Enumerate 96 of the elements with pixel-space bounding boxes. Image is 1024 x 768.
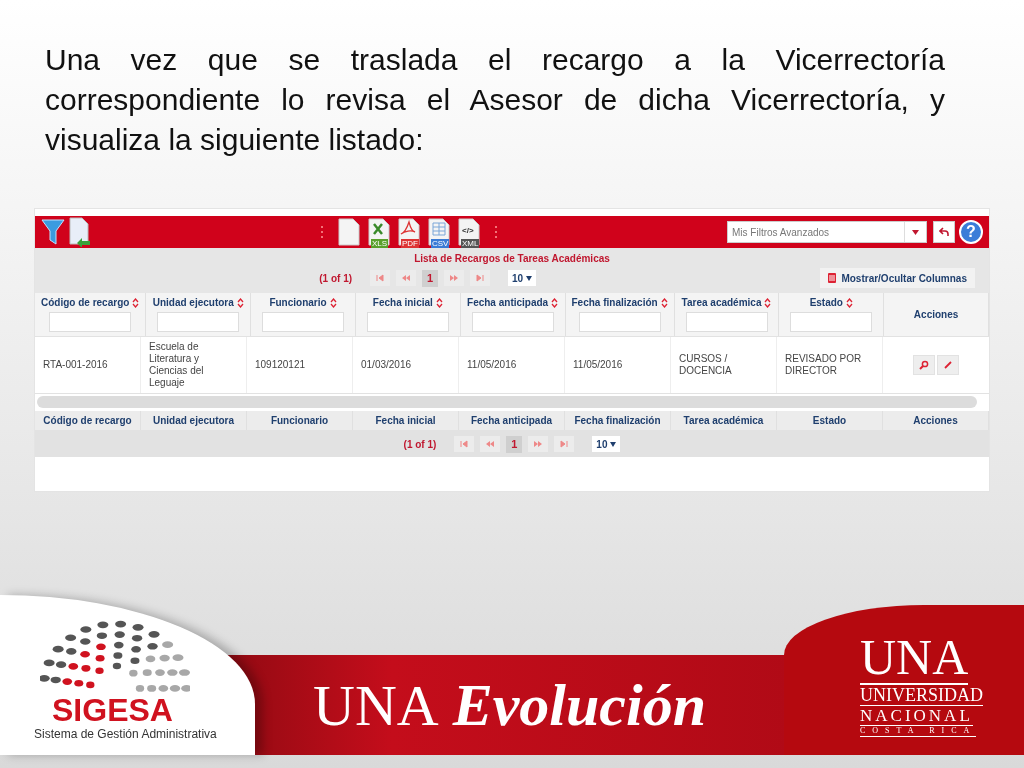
sort-icon[interactable] — [329, 297, 337, 308]
column-footer: Código de recargo — [35, 411, 141, 430]
previous-page-button[interactable] — [396, 270, 417, 286]
table-cell: RTA-001-2016 — [35, 337, 141, 393]
toggle-columns-button[interactable]: Mostrar/Ocultar Columnas — [820, 268, 975, 288]
column-filter-field[interactable] — [262, 312, 345, 332]
first-page-icon[interactable] — [459, 440, 470, 448]
export-button[interactable]: </> XML — [458, 218, 480, 246]
column-footer: Unidad ejecutora — [141, 411, 247, 430]
next-page-button[interactable] — [444, 270, 465, 286]
grip-icon — [494, 225, 498, 239]
sort-icon[interactable] — [551, 297, 559, 308]
last-page-button[interactable] — [470, 270, 491, 286]
view-button[interactable] — [913, 355, 935, 375]
previous-page-button[interactable] — [480, 436, 501, 452]
previous-page-icon[interactable] — [401, 274, 412, 282]
column-filter-field[interactable] — [157, 312, 240, 332]
column-label[interactable]: Unidad ejecutora — [152, 297, 234, 308]
column-footer: Fecha anticipada — [459, 411, 565, 430]
column-label[interactable]: Estado — [809, 297, 843, 308]
table-cell: 11/05/2016 — [565, 337, 671, 393]
column-filter-field[interactable] — [790, 312, 873, 332]
university-name-line: UNIVERSIDAD — [860, 685, 983, 706]
search-icon[interactable] — [919, 360, 929, 370]
column-filter-field[interactable] — [471, 312, 554, 332]
previous-page-icon[interactable] — [485, 440, 496, 448]
table-cell: Escuela de Literatura y Ciencias del Leguaje — [141, 337, 247, 393]
table-title: Lista de Recargos de Tareas Académicas — [413, 252, 611, 266]
column-label[interactable]: Código de recargo — [41, 297, 130, 308]
university-country: COSTA RICA — [860, 726, 977, 737]
edit-button[interactable] — [937, 355, 959, 375]
table-cell: 11/05/2016 — [459, 337, 565, 393]
grip-icon — [320, 225, 324, 239]
filter-icon[interactable] — [41, 218, 65, 246]
banner-word: Evolución — [452, 670, 707, 740]
export-button[interactable]: PDF — [398, 218, 420, 246]
next-page-icon[interactable] — [533, 440, 544, 448]
page-report: (1 of 1) — [403, 438, 437, 450]
first-page-button[interactable] — [454, 436, 475, 452]
column-label[interactable]: Fecha finalización — [571, 297, 658, 308]
first-page-icon[interactable] — [375, 274, 386, 282]
last-page-icon[interactable] — [559, 440, 570, 448]
sort-icon[interactable] — [846, 297, 853, 308]
last-page-icon[interactable] — [475, 274, 486, 282]
column-filter-field[interactable] — [685, 312, 768, 332]
column-label[interactable]: Acciones — [913, 309, 959, 320]
undo-icon[interactable] — [939, 227, 949, 237]
rows-per-page-select[interactable]: 10 — [508, 270, 537, 286]
university-name-line: NACIONAL — [860, 706, 973, 726]
next-page-button[interactable] — [528, 436, 549, 452]
column-label[interactable]: Funcionario — [269, 297, 327, 308]
caret-icon[interactable] — [912, 229, 919, 235]
column-filter-field[interactable] — [49, 312, 132, 332]
rows-per-page-select[interactable]: 10 — [592, 436, 621, 452]
filter-select[interactable]: Mis Filtros Avanzados — [727, 221, 927, 243]
export-button[interactable]: CSV — [428, 218, 450, 246]
help-button[interactable]: ? — [959, 220, 983, 244]
banner-una-text: UNA — [313, 671, 439, 739]
page-button[interactable]: 1 — [506, 435, 523, 453]
document-button[interactable] — [338, 218, 360, 246]
column-footer: Fecha finalización — [565, 411, 671, 430]
university-logo-text: UNA — [860, 633, 969, 685]
sort-icon[interactable] — [132, 297, 140, 308]
table-cell: 01/03/2016 — [353, 337, 459, 393]
page-button[interactable]: 1 — [422, 269, 439, 287]
table-cell: REVISADO POR DIRECTOR — [777, 337, 883, 393]
last-page-button[interactable] — [554, 436, 575, 452]
sort-icon[interactable] — [764, 297, 772, 308]
pencil-icon[interactable] — [943, 360, 953, 370]
scrollbar[interactable] — [37, 396, 977, 408]
column-filter-field[interactable] — [366, 312, 449, 332]
table-cell: 109120121 — [247, 337, 353, 393]
sort-icon[interactable] — [236, 297, 244, 308]
page-report: (1 of 1) — [319, 272, 353, 284]
column-label[interactable]: Tarea académica — [681, 297, 762, 308]
slide-heading: Una vez que se traslada el recargo a la Vicerrectoría correspondiente lo revisa el Asesor de dicha Vicerrectoría, y visualiza la siguiente listado: — [44, 42, 945, 158]
column-filter-field[interactable] — [578, 312, 661, 332]
first-page-button[interactable] — [370, 270, 391, 286]
column-footer: Estado — [777, 411, 883, 430]
column-footer: Funcionario — [247, 411, 353, 430]
next-page-icon[interactable] — [449, 274, 460, 282]
caret-icon[interactable] — [526, 275, 533, 281]
undo-button[interactable] — [933, 221, 955, 243]
list-icon[interactable] — [828, 273, 837, 283]
column-footer: Acciones — [883, 411, 989, 430]
column-footer: Tarea académica — [671, 411, 777, 430]
column-footer: Fecha inicial — [353, 411, 459, 430]
caret-icon[interactable] — [610, 441, 617, 447]
sort-icon[interactable] — [660, 297, 668, 308]
column-label[interactable]: Fecha inicial — [372, 297, 433, 308]
column-label[interactable]: Fecha anticipada — [467, 297, 549, 308]
sort-icon[interactable] — [435, 297, 443, 308]
table-cell: CURSOS / DOCENCIA — [671, 337, 777, 393]
sigesa-subtitle: Sistema de Gestión Administrativa — [34, 727, 217, 741]
document-import-icon[interactable] — [69, 217, 91, 247]
sigesa-logo-text: SIGESA — [52, 693, 173, 727]
